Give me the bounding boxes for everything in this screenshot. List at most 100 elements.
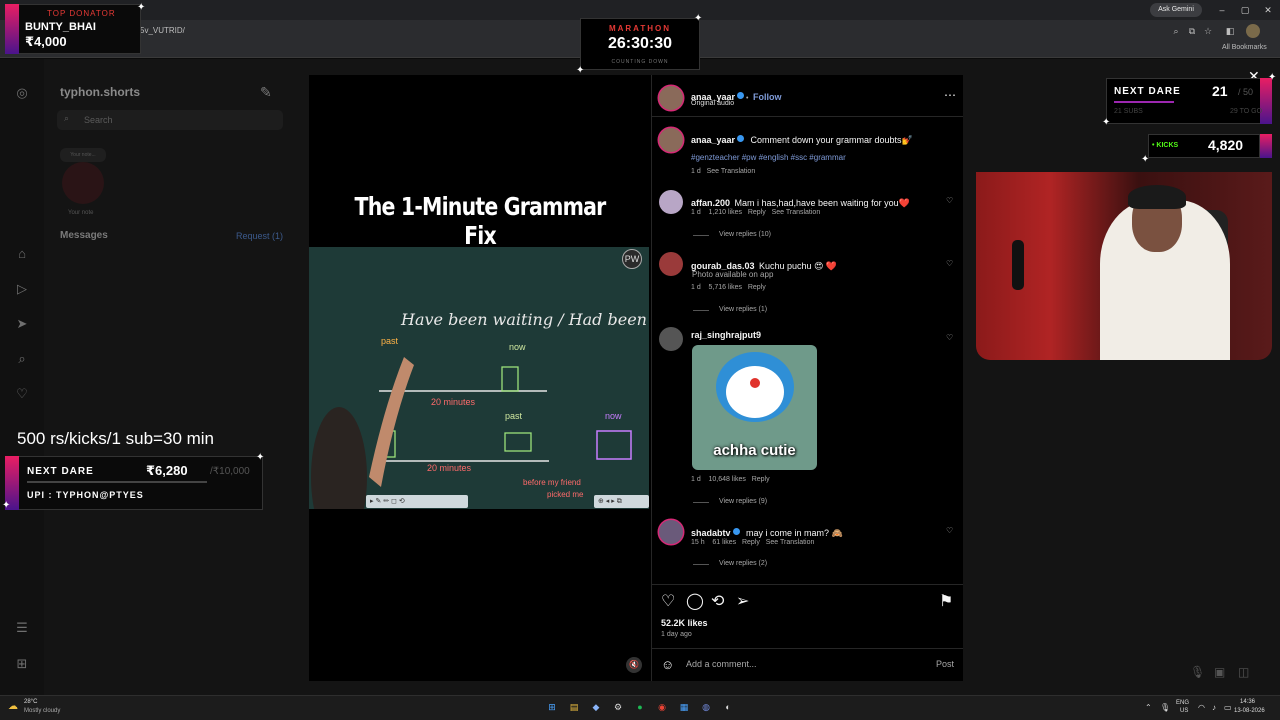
caption-text: Comment down your grammar doubts💅 (750, 135, 913, 145)
next-dare-donation-amount: ₹6,280 (146, 463, 188, 478)
battery-icon[interactable]: ▭ (1224, 703, 1232, 712)
sticker-icon[interactable]: ◫ (1238, 665, 1249, 679)
profile-avatar[interactable] (1246, 24, 1260, 38)
tray-chevron-icon[interactable]: ⌃ (1145, 703, 1152, 712)
star-icon[interactable]: ☆ (1202, 25, 1214, 37)
chrome-icon[interactable]: ◉ (655, 700, 669, 714)
video-title: The 1-Minute Grammar Fix (354, 192, 607, 250)
comment-username[interactable]: raj_singhrajput9 (691, 330, 761, 340)
weather-desc[interactable]: Mostly cloudy (24, 708, 60, 714)
minimize-button[interactable]: – (1214, 3, 1230, 17)
start-icon[interactable]: ⊞ (545, 700, 559, 714)
like-comment-icon[interactable]: ♡ (946, 333, 953, 342)
emoji-icon[interactable]: ☺ (661, 657, 674, 672)
menu-icon[interactable]: ☰ (14, 620, 30, 636)
reply-link[interactable]: Reply (752, 476, 770, 483)
reply-link[interactable]: Reply (742, 539, 760, 546)
tray-mic-icon[interactable]: 🎙 (1160, 703, 1170, 712)
view-replies-link[interactable]: View replies (1) (719, 306, 767, 313)
likes-count[interactable]: 52.2K likes (661, 618, 708, 628)
tray-region[interactable]: US (1180, 708, 1188, 714)
post-comment-button[interactable]: Post (936, 659, 954, 669)
meta-icon[interactable]: ⊞ (14, 656, 30, 672)
comment-likes[interactable]: 61 likes (712, 539, 736, 546)
wifi-icon[interactable]: ◠ (1198, 703, 1205, 712)
replies-line (693, 235, 709, 236)
comment-avatar[interactable] (659, 252, 683, 276)
view-replies-link[interactable]: View replies (2) (719, 560, 767, 567)
obs-icon[interactable]: ◐ (721, 700, 735, 714)
reply-link[interactable]: Reply (748, 209, 766, 216)
mute-icon[interactable]: 🔇 (626, 657, 642, 673)
ig-username[interactable]: typhon.shorts (60, 85, 140, 99)
reels-icon[interactable]: ▷ (14, 281, 30, 297)
like-comment-icon[interactable]: ♡ (946, 259, 953, 268)
comment-avatar[interactable] (659, 190, 683, 214)
repost-icon[interactable]: ⟲ (711, 591, 724, 611)
discord-icon[interactable]: ◍ (699, 700, 713, 714)
comment-username[interactable]: affan.200 (691, 198, 730, 208)
author-avatar[interactable] (659, 86, 683, 110)
see-translation-link[interactable]: See Translation (707, 168, 756, 175)
compose-icon[interactable]: ✎ (260, 84, 272, 101)
more-options-icon[interactable]: ⋯ (944, 88, 956, 102)
weather-icon[interactable]: ☁ (8, 701, 18, 712)
audio-label[interactable]: Original audio (691, 100, 734, 107)
caption-avatar[interactable] (659, 128, 683, 152)
replies-line (693, 502, 709, 503)
comment-likes[interactable]: 10,648 likes (709, 476, 746, 483)
search-icon[interactable]: ⌕ (14, 351, 30, 367)
all-bookmarks-link[interactable]: All Bookmarks (1222, 44, 1267, 51)
note-avatar[interactable] (62, 162, 104, 204)
settings-icon[interactable]: ⚙ (611, 700, 625, 714)
install-icon[interactable]: ⧉ (1186, 25, 1198, 37)
home-icon[interactable]: ⌂ (14, 246, 30, 262)
comment-avatar[interactable] (659, 520, 683, 544)
bookmark-icon[interactable]: ⚑ (939, 591, 953, 611)
tray-language[interactable]: ENG (1176, 700, 1189, 706)
url-text[interactable]: 5v_VUTRID/ (140, 26, 185, 35)
view-replies-link[interactable]: View replies (9) (719, 498, 767, 505)
clock-time[interactable]: 14:36 (1240, 699, 1255, 705)
spotify-icon[interactable]: ● (633, 700, 647, 714)
comment-likes[interactable]: 5,716 likes (709, 284, 742, 291)
view-replies-link[interactable]: View replies (10) (719, 231, 771, 238)
notifications-icon[interactable]: ♡ (14, 386, 30, 402)
ask-gemini-button[interactable]: Ask Gemini (1150, 3, 1202, 17)
pw-logo: PW (622, 249, 642, 269)
note-bubble[interactable]: Your note... (60, 148, 106, 162)
volume-icon[interactable]: ♪ (1212, 703, 1216, 712)
instagram-icon[interactable]: ◎ (14, 85, 30, 101)
extensions-icon[interactable]: ◧ (1224, 25, 1236, 37)
voice-icon[interactable]: 🎙 (1190, 665, 1205, 679)
comment-text: Mam i has,had,have been waiting for you❤… (734, 198, 910, 208)
clock-date[interactable]: 13-08-2026 (1234, 708, 1265, 714)
comment-icon[interactable]: ◯ (686, 591, 704, 611)
close-window-button[interactable]: ✕ (1260, 3, 1276, 17)
like-comment-icon[interactable]: ♡ (946, 526, 953, 535)
see-translation-link[interactable]: See Translation (766, 539, 815, 546)
weather-temp[interactable]: 28°C (24, 699, 37, 705)
comment-username[interactable]: shadabtv (691, 528, 731, 538)
file-explorer-icon[interactable]: ▤ (567, 700, 581, 714)
comment-likes[interactable]: 1,210 likes (709, 209, 742, 216)
zoom-icon[interactable]: ⌕ (1170, 25, 1182, 37)
messages-icon[interactable]: ➤ (14, 316, 30, 332)
share-icon[interactable]: ➢ (736, 591, 749, 611)
svg-text:now: now (509, 342, 526, 352)
follow-button[interactable]: Follow (753, 92, 782, 102)
comment-input[interactable]: Add a comment... (686, 659, 757, 669)
like-comment-icon[interactable]: ♡ (946, 196, 953, 205)
image-icon[interactable]: ▣ (1214, 665, 1225, 679)
hashtags[interactable]: #genzteacher #pw #english #ssc #grammar (691, 153, 846, 162)
maximize-button[interactable]: ▢ (1237, 3, 1253, 17)
app-icon[interactable]: ▦ (677, 700, 691, 714)
comment-4-meta: 15 h 61 likes Reply See Translation (691, 539, 814, 546)
comment-avatar[interactable] (659, 327, 683, 351)
reply-link[interactable]: Reply (748, 284, 766, 291)
like-icon[interactable]: ♡ (661, 591, 675, 611)
caption-username[interactable]: anaa_yaar (691, 135, 735, 145)
see-translation-link[interactable]: See Translation (772, 209, 821, 216)
steam-icon[interactable]: ◆ (589, 700, 603, 714)
requests-link[interactable]: Request (1) (236, 231, 283, 241)
